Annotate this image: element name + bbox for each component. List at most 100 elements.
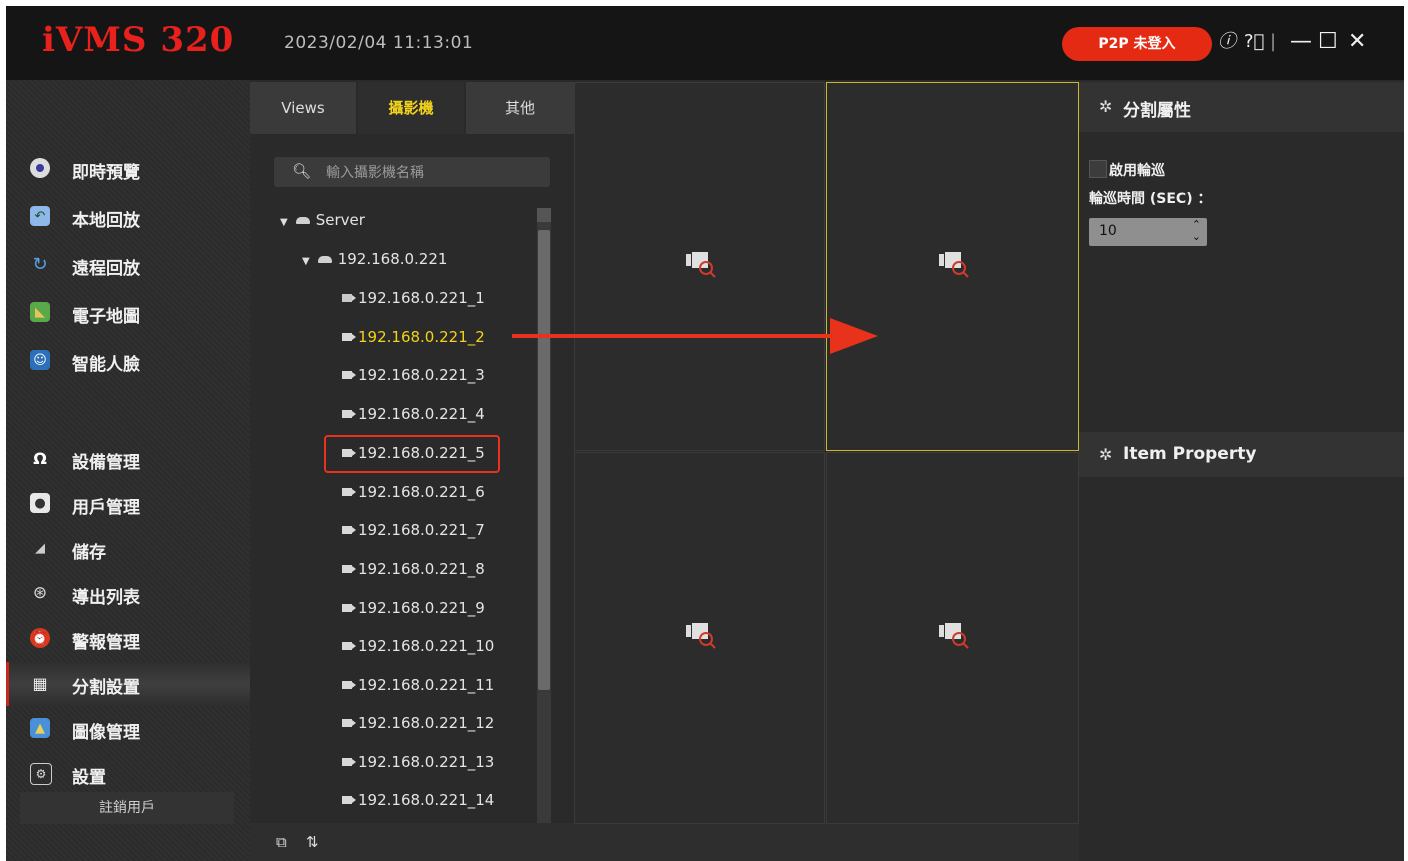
info-icon[interactable]: ⓘ bbox=[1218, 28, 1236, 56]
tree-camera-item[interactable]: 192.168.0.221_9 bbox=[342, 599, 485, 617]
properties-panel: ✲ 分割屬性 啟用輪巡 輪巡時間 (SEC) ： 10 ⌃ ⌄ ✲ Item Pr… bbox=[1079, 82, 1404, 861]
camera-icon bbox=[342, 332, 356, 341]
video-cell[interactable] bbox=[574, 452, 825, 824]
sidebar-item-label: 圖像管理 bbox=[72, 723, 140, 743]
sidebar: 即時預覽 ↶ 本地回放 ↻ 遠程回放 ◣ 電子地圖 ☺ 智能人臉 Ω 設備管理 … bbox=[6, 80, 250, 861]
camera-icon bbox=[342, 525, 356, 534]
face-icon: ☺ bbox=[30, 350, 50, 370]
sidebar-item-user[interactable]: ● 用戶管理 bbox=[6, 482, 250, 526]
emap-icon: ◣ bbox=[30, 302, 50, 322]
video-cell-selected[interactable] bbox=[826, 82, 1079, 451]
camera-label: 192.168.0.221_1 bbox=[358, 289, 485, 307]
camera-label: 192.168.0.221_8 bbox=[358, 560, 485, 578]
sidebar-item-emap[interactable]: ◣ 電子地圖 bbox=[6, 291, 250, 335]
user-icon: ● bbox=[30, 493, 50, 513]
chevron-down-icon: ▼ bbox=[280, 217, 288, 228]
sidebar-item-live-view[interactable]: 即時預覽 bbox=[6, 147, 250, 191]
tree-camera-item[interactable]: 192.168.0.221_12 bbox=[342, 714, 494, 732]
alarm-icon: ⏰ bbox=[30, 628, 50, 648]
tab-camera[interactable]: 攝影機 bbox=[358, 82, 464, 134]
camera-search-box: 🔍︎ bbox=[274, 157, 550, 187]
sidebar-item-device[interactable]: Ω 設備管理 bbox=[6, 437, 250, 481]
camera-label: 192.168.0.221_4 bbox=[358, 405, 485, 423]
selection-highlight-box bbox=[324, 435, 500, 473]
tree-camera-item-selected[interactable]: 192.168.0.221_2 bbox=[342, 328, 485, 346]
item-property-header: ✲ Item Property bbox=[1079, 432, 1404, 477]
camera-label: 192.168.0.221_13 bbox=[358, 753, 495, 771]
sidebar-item-export[interactable]: ⊛ 導出列表 bbox=[6, 572, 250, 616]
app-window: iVMS 320 2023/02/04 11:13:01 P2P 未登入 ⓘ ?… bbox=[6, 6, 1404, 861]
no-video-icon bbox=[938, 251, 969, 278]
close-icon[interactable]: ✕ bbox=[1348, 28, 1366, 56]
spin-arrows-icon[interactable]: ⌃ ⌄ bbox=[1192, 219, 1201, 243]
camera-panel: Views 攝影機 其他 🔍︎ ▼ Server ▼ 192.168.0.221 1… bbox=[250, 80, 574, 861]
tab-other[interactable]: 其他 bbox=[466, 82, 574, 134]
scroll-thumb[interactable] bbox=[538, 230, 550, 690]
enable-tour-checkbox[interactable] bbox=[1089, 160, 1107, 178]
device-icon: Ω bbox=[33, 448, 47, 468]
camera-icon bbox=[342, 487, 356, 496]
tree-node-label: Server bbox=[315, 211, 365, 229]
p2p-login-button[interactable]: P2P 未登入 bbox=[1062, 27, 1212, 61]
logout-button[interactable]: 註銷用戶 bbox=[20, 792, 234, 824]
tree-camera-item[interactable]: 192.168.0.221_14 bbox=[342, 791, 494, 809]
tree-camera-item[interactable]: 192.168.0.221_11 bbox=[342, 676, 494, 694]
camera-icon bbox=[342, 680, 356, 689]
tree-device-node[interactable]: ▼ 192.168.0.221 bbox=[302, 250, 447, 268]
sidebar-item-image[interactable]: ▲ 圖像管理 bbox=[6, 707, 250, 751]
sidebar-item-label: 分割設置 bbox=[72, 678, 140, 698]
tree-camera-item[interactable]: 192.168.0.221_3 bbox=[342, 366, 485, 384]
sidebar-item-storage[interactable]: ◢ 儲存 bbox=[6, 527, 250, 571]
tree-camera-item[interactable]: 192.168.0.221_7 bbox=[342, 521, 485, 539]
split-properties-header: ✲ 分割屬性 bbox=[1079, 82, 1404, 132]
tree-camera-item[interactable]: 192.168.0.221_4 bbox=[342, 405, 485, 423]
camera-icon bbox=[342, 641, 356, 650]
tree-scrollbar[interactable] bbox=[537, 208, 551, 856]
tree-server-node[interactable]: ▼ Server bbox=[280, 211, 365, 229]
sidebar-item-settings[interactable]: ⚙ 設置 bbox=[6, 752, 250, 796]
settings-icon: ⚙ bbox=[30, 763, 52, 785]
video-cell[interactable] bbox=[826, 452, 1079, 824]
tree-camera-item[interactable]: 192.168.0.221_6 bbox=[342, 483, 485, 501]
camera-icon bbox=[342, 718, 356, 727]
sidebar-item-label: 即時預覽 bbox=[72, 163, 140, 183]
sidebar-item-remote-playback[interactable]: ↻ 遠程回放 bbox=[6, 243, 250, 287]
sidebar-item-split[interactable]: ▦ 分割設置 bbox=[6, 662, 250, 706]
tree-camera-item[interactable]: 192.168.0.221_10 bbox=[342, 637, 494, 655]
minimize-icon[interactable]: — bbox=[1290, 28, 1312, 56]
tour-time-stepper[interactable]: 10 ⌃ ⌄ bbox=[1089, 218, 1207, 246]
nvr-icon bbox=[317, 256, 332, 263]
sidebar-item-local-playback[interactable]: ↶ 本地回放 bbox=[6, 195, 250, 239]
remote-playback-icon: ↻ bbox=[32, 253, 48, 275]
sidebar-item-label: 設置 bbox=[72, 768, 106, 788]
camera-label: 192.168.0.221_9 bbox=[358, 599, 485, 617]
help-icon[interactable]: ?⃝ bbox=[1244, 28, 1264, 56]
camera-label: 192.168.0.221_2 bbox=[358, 328, 485, 346]
camera-label: 192.168.0.221_10 bbox=[358, 637, 495, 655]
sort-icon[interactable]: ⇅ bbox=[306, 833, 319, 851]
app-title: iVMS 320 bbox=[42, 20, 235, 60]
sidebar-item-label: 用戶管理 bbox=[72, 498, 140, 518]
camera-search-input[interactable] bbox=[324, 161, 528, 185]
tab-views[interactable]: Views bbox=[250, 82, 356, 134]
tree-camera-item[interactable]: 192.168.0.221_13 bbox=[342, 753, 494, 771]
export-icon: ⊛ bbox=[32, 583, 48, 603]
sidebar-item-label: 警報管理 bbox=[72, 633, 140, 653]
section-title: Item Property bbox=[1123, 444, 1257, 464]
sidebar-item-alarm[interactable]: ⏰ 警報管理 bbox=[6, 617, 250, 661]
sidebar-item-label: 電子地圖 bbox=[72, 307, 140, 327]
title-bar: iVMS 320 2023/02/04 11:13:01 P2P 未登入 ⓘ ?… bbox=[6, 6, 1404, 80]
scroll-up-button[interactable] bbox=[537, 208, 551, 222]
sidebar-item-label: 遠程回放 bbox=[72, 259, 140, 279]
tree-node-label: 192.168.0.221 bbox=[337, 250, 448, 268]
no-video-icon bbox=[685, 251, 716, 278]
maximize-icon[interactable]: ☐ bbox=[1318, 28, 1338, 56]
tree-camera-item[interactable]: 192.168.0.221_8 bbox=[342, 560, 485, 578]
video-grid bbox=[574, 82, 1079, 824]
search-icon: 🔍︎ bbox=[292, 162, 312, 180]
tree-camera-item[interactable]: 192.168.0.221_1 bbox=[342, 289, 485, 307]
window-icon[interactable]: ⧉ bbox=[276, 833, 287, 851]
sidebar-item-face[interactable]: ☺ 智能人臉 bbox=[6, 339, 250, 383]
video-cell[interactable] bbox=[574, 82, 825, 451]
camera-label: 192.168.0.221_6 bbox=[358, 483, 485, 501]
